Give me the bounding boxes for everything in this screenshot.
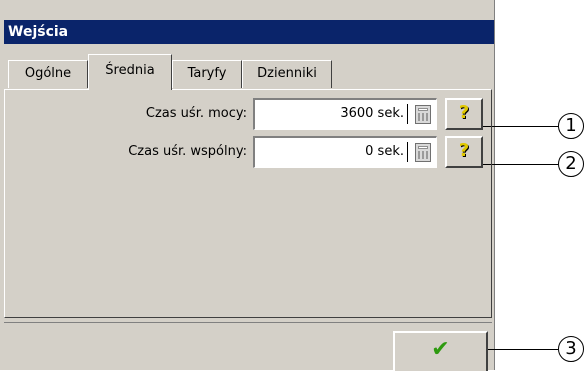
power-averaging-input[interactable]: 3600 sek.: [253, 98, 437, 130]
help-question-icon: ?: [458, 140, 470, 161]
tab-average[interactable]: Średnia: [88, 54, 172, 90]
calculator-icon[interactable]: [415, 143, 431, 162]
tab-tariffs[interactable]: Taryfy: [172, 60, 242, 88]
common-averaging-label: Czas uśr. wspólny:: [128, 144, 247, 159]
ok-button[interactable]: ✔: [393, 331, 488, 371]
callout-line-1: [482, 126, 558, 127]
common-averaging-value: 0 sek.: [365, 144, 404, 159]
inputs-dialog: Wejścia Ogólne Średnia Taryfy Dzienniki …: [0, 0, 495, 371]
help-button-power[interactable]: ?: [445, 98, 483, 130]
callout-line-3: [488, 349, 558, 350]
field-divider: [407, 104, 408, 124]
common-averaging-row: Czas uśr. wspólny: 0 sek. ?: [5, 136, 485, 168]
calculator-icon[interactable]: [415, 105, 431, 124]
help-button-common[interactable]: ?: [445, 136, 483, 168]
power-averaging-value: 3600 sek.: [340, 106, 404, 121]
power-averaging-row: Czas uśr. mocy: 3600 sek. ?: [5, 98, 485, 130]
tab-logs[interactable]: Dzienniki: [242, 60, 332, 88]
tab-general[interactable]: Ogólne: [8, 60, 88, 88]
callout-3: 3: [558, 336, 584, 362]
bottom-bar: ✔: [4, 322, 492, 371]
average-tab-panel: Czas uśr. mocy: 3600 sek. ? Czas uśr. ws…: [4, 89, 492, 318]
help-question-icon: ?: [458, 102, 470, 123]
callout-line-2: [482, 164, 558, 165]
checkmark-icon: ✔: [431, 337, 450, 362]
dialog-title: Wejścia: [4, 20, 494, 44]
power-averaging-label: Czas uśr. mocy:: [145, 106, 247, 121]
callout-1: 1: [558, 113, 584, 139]
field-divider: [407, 142, 408, 162]
common-averaging-input[interactable]: 0 sek.: [253, 136, 437, 168]
callout-2: 2: [558, 151, 584, 177]
